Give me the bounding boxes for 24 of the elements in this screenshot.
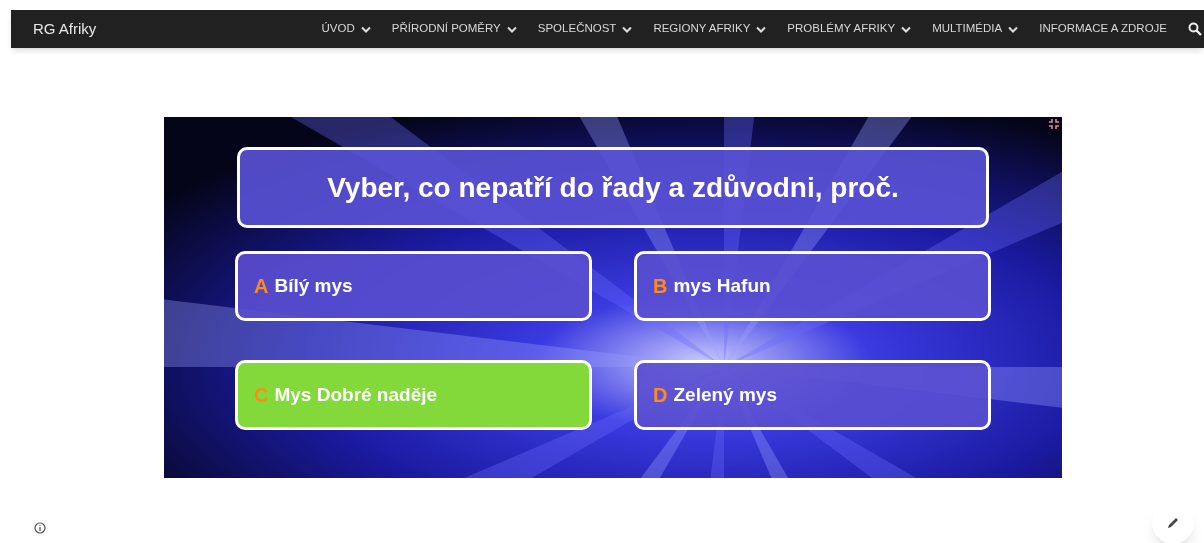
answer-text: Zelený mys — [673, 382, 777, 407]
question-text: Vyber, co nepatří do řady a zdůvodni, proč. — [327, 170, 899, 205]
nav-link[interactable]: MULTIMÉDIA — [932, 20, 1019, 38]
answer-text: Bílý mys — [274, 273, 353, 298]
answer-button[interactable]: D Zelený mys — [634, 360, 991, 430]
answer-letter: B — [653, 274, 668, 299]
answer-button[interactable]: B mys Hafun — [634, 251, 991, 321]
nav-link[interactable]: INFORMACE A ZDROJE — [1039, 20, 1167, 38]
answer-button[interactable]: A Bílý mys — [235, 251, 592, 321]
fullscreen-icon[interactable] — [1049, 119, 1059, 129]
site-title[interactable]: RG Afriky — [33, 17, 97, 41]
nav-link[interactable]: ÚVOD — [321, 20, 371, 38]
nav-link[interactable]: PŘÍRODNÍ POMĚRY — [391, 20, 517, 38]
answer-letter: D — [653, 383, 668, 408]
answer-text: mys Hafun — [673, 273, 771, 298]
nav-link[interactable]: PROBLÉMY AFRIKY — [787, 20, 912, 38]
answer-letter: C — [254, 383, 269, 408]
answer-text: Mys Dobré naděje — [274, 382, 438, 407]
nav-link[interactable]: REGIONY AFRIKY — [653, 20, 767, 38]
search-icon[interactable] — [1188, 22, 1202, 36]
nav-link[interactable]: SPOLEČNOST — [537, 20, 633, 38]
info-icon[interactable] — [34, 522, 46, 534]
pencil-icon — [1166, 516, 1180, 530]
answer-letter: A — [254, 274, 269, 299]
